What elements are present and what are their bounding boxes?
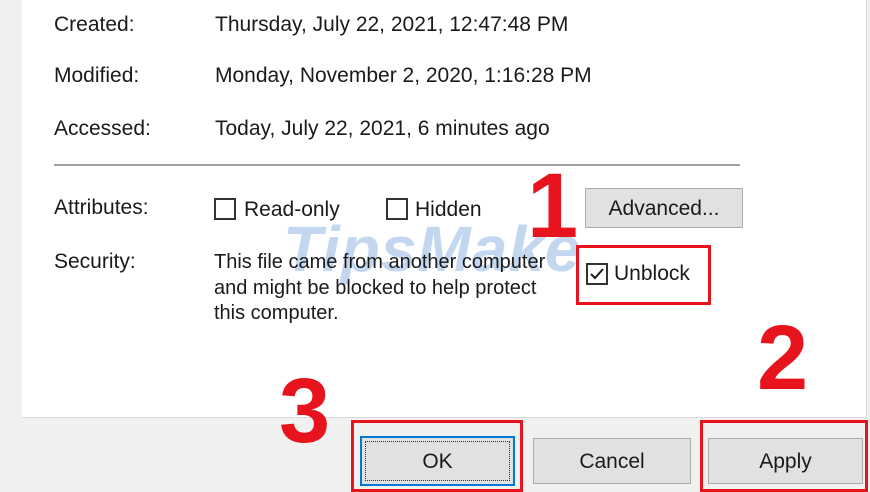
step-3-number: 3	[279, 360, 331, 462]
step-2-number: 2	[757, 307, 809, 409]
hidden-label[interactable]: Hidden	[415, 197, 482, 223]
section-divider	[54, 164, 740, 166]
security-message-line1: This file came from another computer	[214, 251, 546, 273]
security-message-line3: this computer.	[214, 302, 339, 324]
accessed-value: Today, July 22, 2021, 6 minutes ago	[215, 117, 550, 140]
hidden-checkbox[interactable]	[386, 198, 408, 220]
modified-value: Monday, November 2, 2020, 1:16:28 PM	[215, 64, 592, 87]
unblock-highlight-box	[576, 245, 711, 305]
readonly-checkbox[interactable]	[214, 198, 236, 220]
modified-label: Modified:	[54, 64, 140, 87]
created-label: Created:	[54, 13, 135, 36]
security-label: Security:	[54, 250, 136, 273]
created-value: Thursday, July 22, 2021, 12:47:48 PM	[215, 13, 569, 36]
accessed-label: Accessed:	[54, 117, 151, 140]
advanced-button[interactable]: Advanced...	[585, 188, 743, 228]
readonly-label[interactable]: Read-only	[244, 197, 340, 223]
advanced-button-label: Advanced...	[608, 196, 720, 220]
cancel-button[interactable]: Cancel	[533, 438, 691, 484]
apply-highlight-box	[700, 420, 868, 492]
cancel-button-label: Cancel	[579, 449, 645, 473]
step-1-number: 1	[527, 155, 579, 257]
attributes-label: Attributes:	[54, 196, 149, 219]
ok-highlight-box	[351, 420, 523, 492]
security-message-line2: and might be blocked to help protect	[214, 277, 537, 299]
